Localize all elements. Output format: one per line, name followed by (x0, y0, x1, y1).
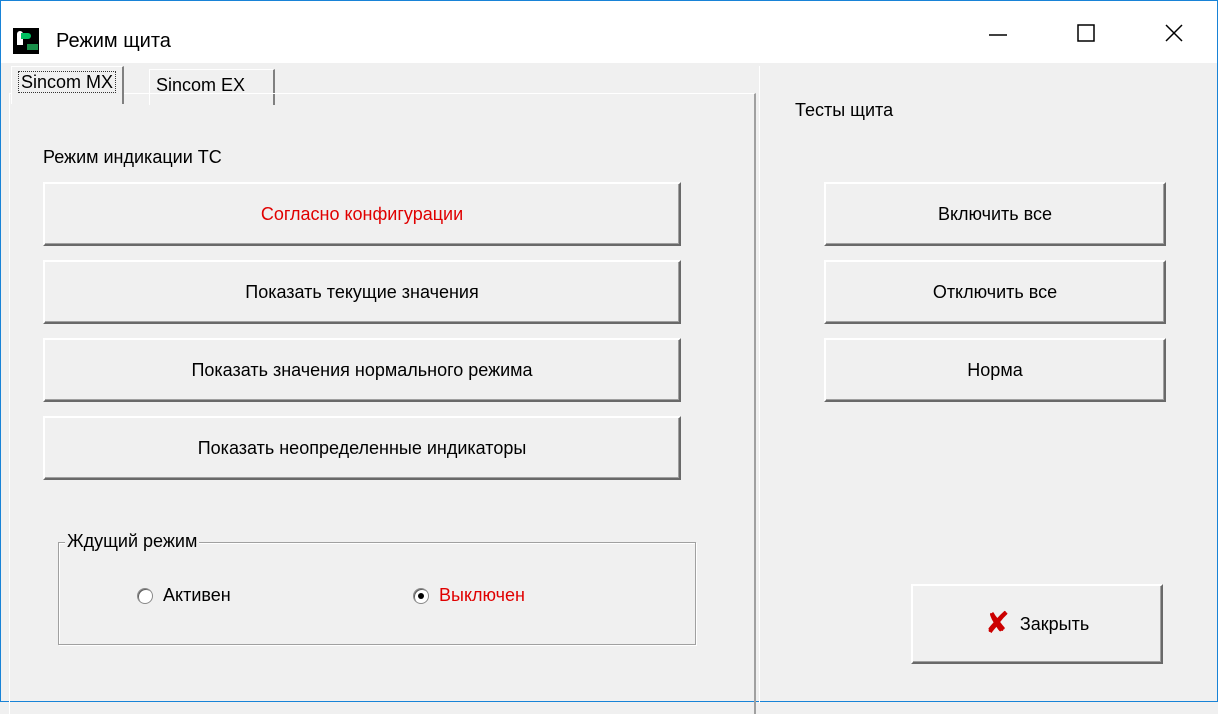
tab-label: Sincom EX (156, 75, 246, 95)
disable-all-button[interactable]: Отключить все (824, 260, 1166, 324)
tab-sincom-mx[interactable]: Sincom MX (11, 66, 125, 104)
enable-all-button[interactable]: Включить все (824, 182, 1166, 246)
close-button[interactable]: ✘ Закрыть (911, 584, 1163, 664)
maximize-button[interactable] (1055, 7, 1117, 59)
app-icon (13, 28, 39, 54)
window-title: Режим щита (56, 30, 171, 52)
close-button-label: Закрыть (1019, 613, 1090, 634)
radio-unchecked-icon (137, 587, 153, 604)
minimize-button[interactable] (967, 7, 1029, 59)
according-to-config-button[interactable]: Согласно конфигурации (43, 182, 681, 246)
show-undefined-indicators-button[interactable]: Показать неопределенные индикаторы (43, 416, 681, 480)
indication-mode-label: Режим индикации ТС (43, 147, 222, 167)
radio-off[interactable]: Выключен (413, 585, 525, 606)
show-current-values-button[interactable]: Показать текущие значения (43, 260, 681, 324)
panel-tests-label: Тесты щита (795, 100, 894, 120)
show-normal-mode-values-button[interactable]: Показать значения нормального режима (43, 338, 681, 402)
title-bar[interactable]: Режим щита (1, 1, 1217, 63)
tab-label: Sincom MX (18, 71, 117, 93)
dialog-window: Режим щита Sincom MX Sincom EX Режим инд… (0, 0, 1218, 714)
section-divider (759, 66, 760, 703)
window-close-button[interactable] (1143, 7, 1205, 59)
radio-checked-icon (413, 587, 429, 604)
radio-active[interactable]: Активен (137, 585, 231, 606)
minimize-icon (989, 34, 1007, 36)
radio-active-label: Активен (163, 585, 231, 605)
radio-off-label: Выключен (439, 585, 525, 605)
close-icon (1165, 24, 1183, 42)
maximize-icon (1077, 24, 1095, 42)
x-mark-icon: ✘ (984, 607, 1010, 640)
normal-button[interactable]: Норма (824, 338, 1166, 402)
standby-mode-legend: Ждущий режим (65, 529, 200, 553)
